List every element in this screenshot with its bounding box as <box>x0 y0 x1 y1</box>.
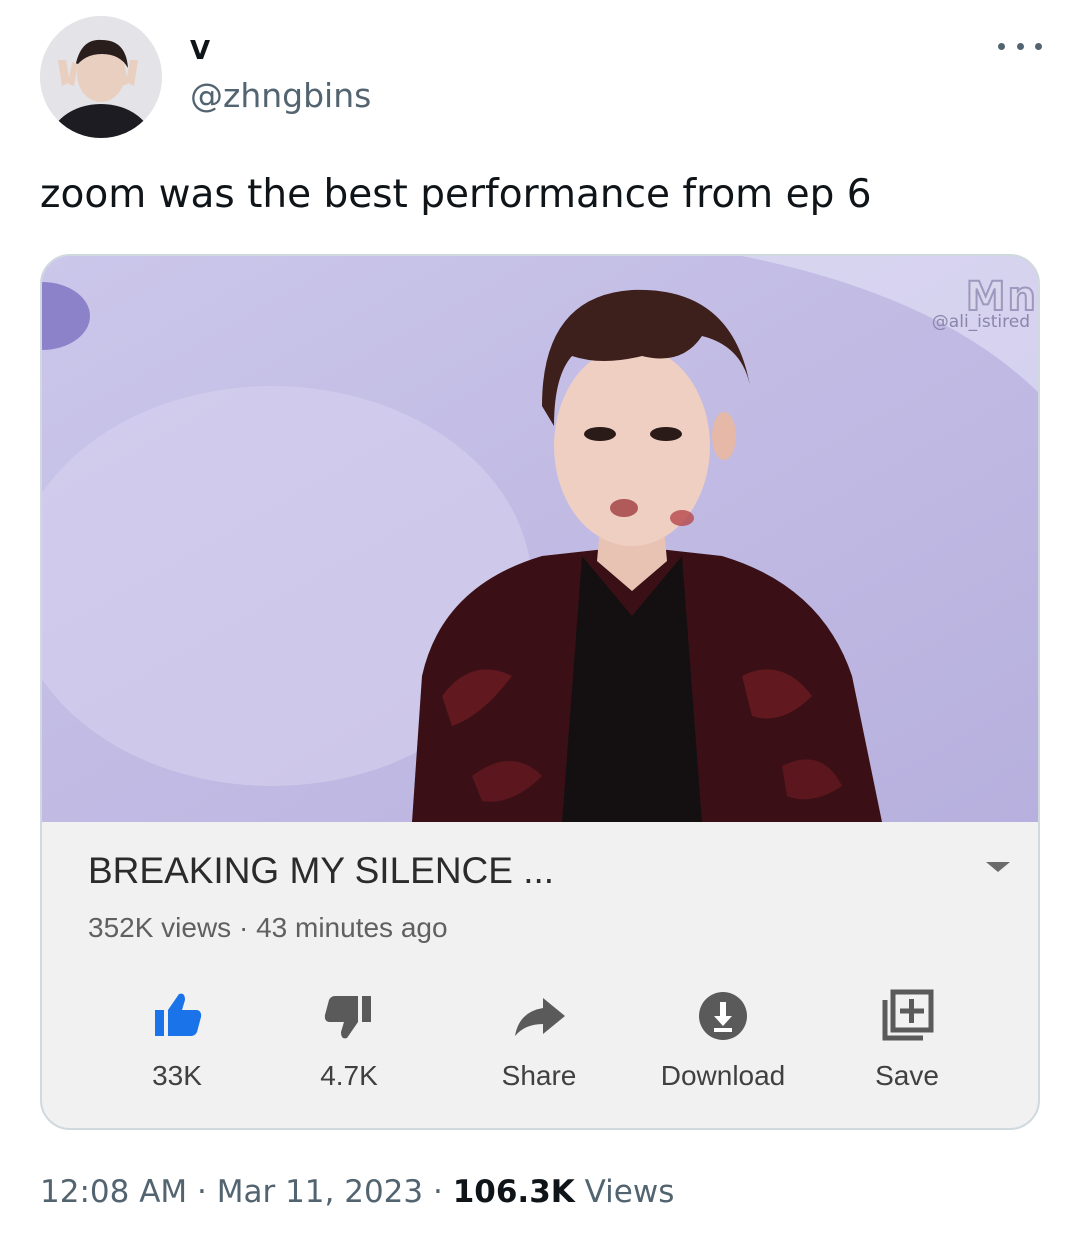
download-icon <box>699 992 747 1040</box>
video-actions: 33K 4.7K Share Download Save <box>42 974 1038 1104</box>
video-views: 352K views <box>88 912 232 943</box>
video-meta: 352K views · 43 minutes ago <box>88 912 448 944</box>
save-playlist-icon <box>882 989 934 1041</box>
media-card[interactable]: Mn @ali_istired BREAKING MY SILENCE ... … <box>40 254 1040 1130</box>
share-label: Share <box>501 1060 577 1091</box>
chevron-down-icon[interactable] <box>986 862 1010 872</box>
footer-separator: · <box>197 1174 207 1210</box>
avatar-photo <box>40 16 162 138</box>
author-handle[interactable]: @zhngbins <box>190 76 371 115</box>
more-dot <box>1035 42 1042 50</box>
dislike-count: 4.7K <box>320 1060 378 1091</box>
video-upload-time: 43 minutes ago <box>256 912 448 943</box>
dislike-button[interactable]: 4.7K <box>264 974 434 1104</box>
thumbs-down-icon <box>324 996 371 1039</box>
video-title[interactable]: BREAKING MY SILENCE ... <box>88 850 554 892</box>
tweet-time[interactable]: 12:08 AM <box>40 1174 187 1210</box>
tweet-footer: 12:08 AM · Mar 11, 2023 · 106.3K Views <box>40 1174 674 1210</box>
more-options-icon[interactable] <box>998 36 1042 56</box>
views-count[interactable]: 106.3K <box>453 1174 575 1210</box>
footer-separator: · <box>432 1174 443 1210</box>
save-button[interactable]: Save <box>822 974 992 1104</box>
like-count: 33K <box>152 1060 202 1091</box>
share-button[interactable]: Share <box>454 974 624 1104</box>
save-label: Save <box>875 1060 939 1091</box>
watermark-text: @ali_istired <box>931 312 1030 332</box>
avatar[interactable] <box>40 16 162 138</box>
more-dot <box>1016 42 1024 50</box>
download-label: Download <box>660 1060 786 1091</box>
video-info: BREAKING MY SILENCE ... 352K views · 43 … <box>42 822 1038 1128</box>
like-button[interactable]: 33K <box>92 974 262 1104</box>
download-button[interactable]: Download <box>638 974 808 1104</box>
meta-separator: · <box>238 912 249 943</box>
views-label: Views <box>584 1174 675 1210</box>
tweet: V @zhngbins zoom was the best performanc… <box>0 0 1080 1248</box>
share-arrow-icon <box>515 998 565 1036</box>
author-display-name[interactable]: V <box>190 36 210 66</box>
thumbs-up-icon <box>155 993 202 1036</box>
tweet-date[interactable]: Mar 11, 2023 <box>217 1174 423 1210</box>
video-still-image <box>42 256 1038 822</box>
tweet-text: zoom was the best performance from ep 6 <box>40 172 872 217</box>
video-frame[interactable]: Mn @ali_istired <box>42 256 1038 822</box>
more-dot <box>998 42 1005 50</box>
